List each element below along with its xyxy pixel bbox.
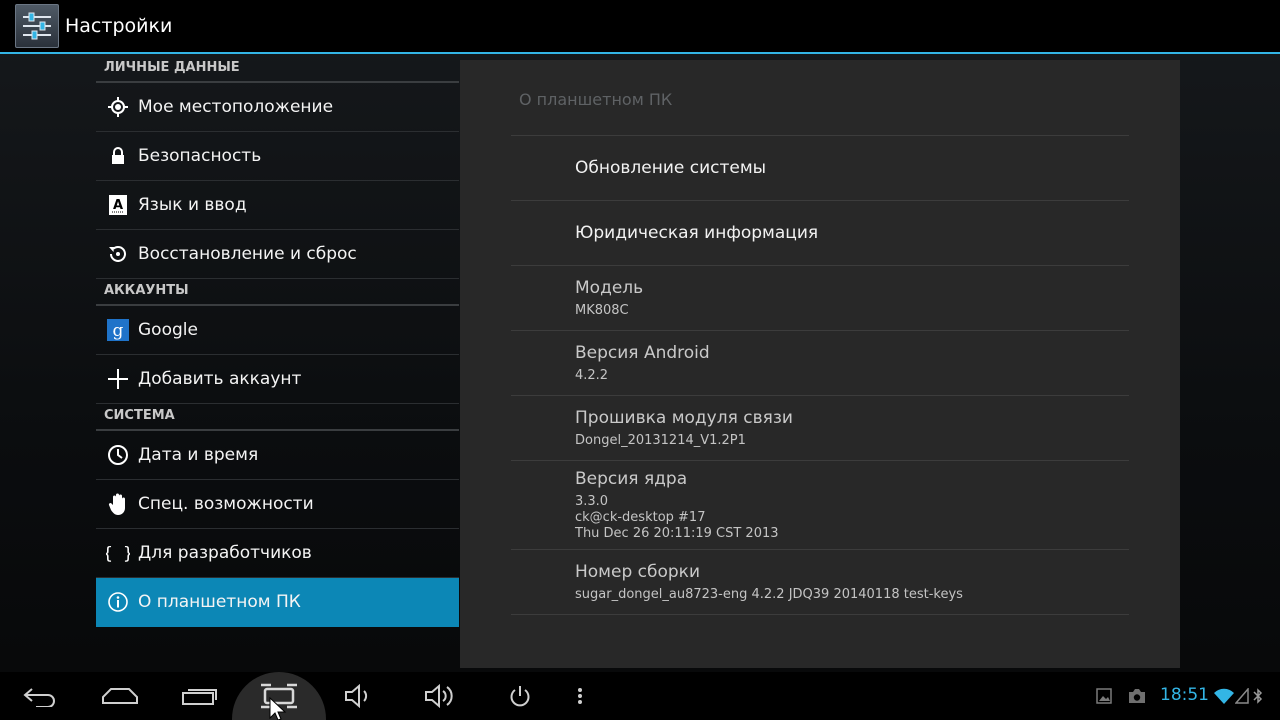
sidebar-item-security[interactable]: Безопасность — [96, 132, 459, 181]
sidebar-item-label: Мое местоположение — [138, 97, 334, 117]
sidebar-item-label: Для разработчиков — [138, 543, 312, 563]
plus-icon — [98, 355, 138, 404]
system-navigation-bar: 18:51 — [0, 672, 1280, 720]
sidebar-item-label: Спец. возможности — [138, 494, 314, 514]
section-header-system: СИСТЕМА — [96, 404, 459, 431]
row-title: Юридическая информация — [575, 223, 819, 243]
braces-icon: { } — [98, 529, 138, 578]
sidebar-item-language[interactable]: A Язык и ввод — [96, 181, 459, 230]
sidebar-item-google[interactable]: g Google — [96, 306, 459, 355]
menu-icon[interactable] — [570, 672, 590, 720]
detail-title: О планшетном ПК — [519, 90, 673, 109]
sidebar-item-label: Google — [138, 320, 198, 340]
gallery-notification-icon[interactable] — [1094, 672, 1114, 720]
home-icon[interactable] — [100, 672, 140, 720]
settings-list: ЛИЧНЫЕ ДАННЫЕ Мое местоположение Безопас… — [96, 56, 459, 642]
location-icon — [98, 83, 138, 132]
keyboard-letter-icon: A — [98, 181, 138, 230]
restore-icon — [98, 230, 138, 279]
screenshot-icon[interactable] — [259, 672, 299, 720]
sidebar-item-label: Восстановление и сброс — [138, 244, 357, 264]
svg-text:g: g — [113, 321, 124, 341]
row-summary: sugar_dongel_au8723-eng 4.2.2 JDQ39 2014… — [575, 587, 963, 602]
sidebar-item-label: Язык и ввод — [138, 195, 247, 215]
row-summary: MK808C — [575, 303, 629, 318]
row-title: Версия Android — [575, 343, 710, 363]
row-title: Версия ядра — [575, 469, 688, 489]
sidebar-item-developer-options[interactable]: { } Для разработчиков — [96, 529, 459, 578]
row-summary-line: ck@ck-desktop #17 — [575, 510, 706, 525]
row-title: Модель — [575, 278, 644, 298]
sidebar-item-label: О планшетном ПК — [138, 592, 301, 612]
section-header-personal: ЛИЧНЫЕ ДАННЫЕ — [96, 56, 459, 83]
clock-icon — [98, 431, 138, 480]
section-header-accounts: АККАУНТЫ — [96, 279, 459, 306]
sidebar-item-location[interactable]: Мое местоположение — [96, 83, 459, 132]
row-summary-line: Thu Dec 26 20:11:19 CST 2013 — [575, 526, 779, 541]
recent-apps-icon[interactable] — [180, 672, 220, 720]
google-icon: g — [98, 306, 138, 355]
legal-info-row[interactable]: Юридическая информация — [511, 200, 1129, 265]
settings-sliders-icon[interactable] — [15, 4, 59, 48]
svg-text:A: A — [113, 198, 123, 213]
signal-icon — [1234, 672, 1250, 720]
row-summary-line: 3.3.0 — [575, 494, 609, 509]
sidebar-item-about-tablet[interactable]: О планшетном ПК — [96, 578, 459, 627]
baseband-version-row: Прошивка модуля связи Dongel_20131214_V1… — [511, 395, 1129, 460]
volume-up-icon[interactable] — [420, 672, 460, 720]
app-title: Настройки — [65, 15, 173, 37]
row-title: Прошивка модуля связи — [575, 408, 793, 428]
sidebar-item-label: Безопасность — [138, 146, 262, 166]
bluetooth-icon — [1251, 672, 1265, 720]
android-version-row[interactable]: Версия Android 4.2.2 — [511, 330, 1129, 395]
camera-notification-icon[interactable] — [1126, 672, 1148, 720]
wifi-icon — [1212, 672, 1236, 720]
svg-text:{ }: { } — [106, 544, 130, 564]
action-bar: Настройки — [0, 0, 1280, 54]
info-icon — [98, 578, 138, 627]
row-summary: 4.2.2 — [575, 368, 609, 383]
sidebar-item-label: Добавить аккаунт — [138, 369, 302, 389]
sidebar-item-date-time[interactable]: Дата и время — [96, 431, 459, 480]
build-number-row[interactable]: Номер сборки sugar_dongel_au8723-eng 4.2… — [511, 549, 1129, 615]
volume-down-icon[interactable] — [340, 672, 376, 720]
status-clock: 18:51 — [1160, 685, 1209, 705]
lock-icon — [98, 132, 138, 181]
hand-icon — [98, 480, 138, 529]
model-row: Модель MK808C — [511, 265, 1129, 330]
row-title: Номер сборки — [575, 562, 701, 582]
sidebar-item-label: Дата и время — [138, 445, 259, 465]
row-summary: Dongel_20131214_V1.2P1 — [575, 433, 746, 448]
kernel-version-row: Версия ядра 3.3.0 ck@ck-desktop #17 Thu … — [511, 460, 1129, 549]
about-detail-panel: О планшетном ПК Обновление системы Юриди… — [460, 60, 1180, 668]
power-icon[interactable] — [504, 672, 536, 720]
back-icon[interactable] — [20, 672, 60, 720]
sidebar-item-backup-reset[interactable]: Восстановление и сброс — [96, 230, 459, 279]
sidebar-item-add-account[interactable]: Добавить аккаунт — [96, 355, 459, 404]
row-title: Обновление системы — [575, 158, 767, 178]
sidebar-item-accessibility[interactable]: Спец. возможности — [96, 480, 459, 529]
system-update-row[interactable]: Обновление системы — [511, 135, 1129, 200]
